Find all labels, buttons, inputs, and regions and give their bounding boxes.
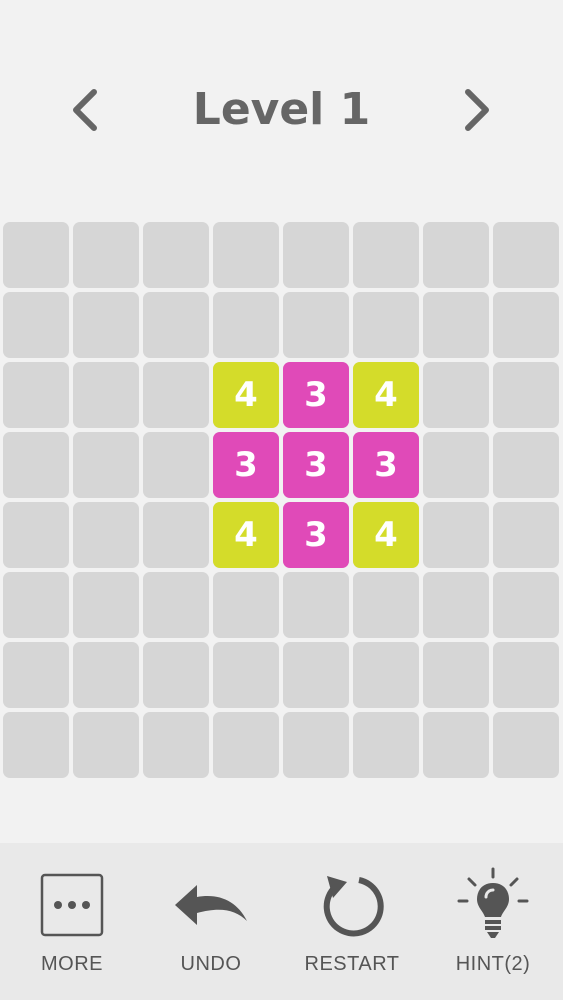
restart-icon — [323, 876, 384, 937]
board-cell[interactable] — [143, 222, 209, 288]
restart-button[interactable]: RESTART — [282, 869, 422, 989]
board-cell[interactable] — [143, 292, 209, 358]
number-tile[interactable]: 3 — [283, 502, 349, 568]
board-cell[interactable] — [143, 432, 209, 498]
board-cell[interactable] — [423, 712, 489, 778]
board-cell[interactable] — [3, 432, 69, 498]
board-cell[interactable] — [73, 712, 139, 778]
board-cell[interactable] — [213, 712, 279, 778]
undo-arrow-icon — [175, 885, 247, 925]
board-cell[interactable] — [283, 642, 349, 708]
more-button[interactable]: MORE — [2, 869, 142, 989]
board-cell[interactable] — [213, 572, 279, 638]
board-cell[interactable] — [213, 222, 279, 288]
board-cell[interactable] — [3, 502, 69, 568]
number-tile[interactable]: 4 — [213, 502, 279, 568]
number-tile[interactable]: 4 — [353, 362, 419, 428]
board-cell[interactable] — [143, 502, 209, 568]
board-cell[interactable] — [423, 222, 489, 288]
board-cell[interactable] — [283, 712, 349, 778]
board-cell[interactable] — [353, 292, 419, 358]
board-cell[interactable] — [493, 572, 559, 638]
board-cell[interactable] — [493, 222, 559, 288]
number-tile[interactable]: 3 — [213, 432, 279, 498]
board-cell[interactable] — [423, 362, 489, 428]
board-cell[interactable] — [283, 292, 349, 358]
more-label: MORE — [41, 953, 103, 975]
number-tile[interactable]: 3 — [353, 432, 419, 498]
board-cell[interactable] — [3, 712, 69, 778]
number-tile[interactable]: 3 — [283, 432, 349, 498]
board-cell[interactable] — [353, 642, 419, 708]
undo-label: UNDO — [180, 953, 242, 975]
board-cell[interactable] — [143, 642, 209, 708]
board-cell[interactable] — [353, 712, 419, 778]
number-tile[interactable]: 4 — [213, 362, 279, 428]
board-cell[interactable] — [423, 502, 489, 568]
board-cell[interactable] — [3, 362, 69, 428]
board-cell[interactable] — [3, 572, 69, 638]
board-cell[interactable] — [493, 642, 559, 708]
lightbulb-icon — [457, 867, 529, 938]
next-level-button[interactable] — [452, 82, 502, 138]
board-cell[interactable] — [73, 642, 139, 708]
board-cell[interactable] — [213, 642, 279, 708]
board-cell[interactable] — [3, 222, 69, 288]
board-cell[interactable] — [73, 222, 139, 288]
chevron-right-icon — [465, 89, 489, 131]
board-cell[interactable] — [493, 292, 559, 358]
game-board: 434333434 — [0, 219, 563, 781]
board-cell[interactable] — [423, 292, 489, 358]
hint-button[interactable]: HINT(2) — [423, 867, 563, 989]
board-cell[interactable] — [353, 572, 419, 638]
board-cell[interactable] — [3, 642, 69, 708]
number-tile[interactable]: 4 — [353, 502, 419, 568]
board-cell[interactable] — [423, 432, 489, 498]
board-cell[interactable] — [423, 642, 489, 708]
restart-label: RESTART — [304, 953, 400, 975]
board-cell[interactable] — [73, 292, 139, 358]
board-cell[interactable] — [353, 222, 419, 288]
board-cell[interactable] — [493, 502, 559, 568]
number-tile[interactable]: 3 — [283, 362, 349, 428]
board-cell[interactable] — [493, 712, 559, 778]
bottom-toolbar: MORE UNDO RESTART HINT(2) — [0, 843, 563, 1000]
board-cell[interactable] — [493, 362, 559, 428]
board-cell[interactable] — [283, 222, 349, 288]
board-cell[interactable] — [283, 572, 349, 638]
board-cell[interactable] — [73, 502, 139, 568]
level-header: Level 1 — [0, 60, 563, 160]
board-cell[interactable] — [493, 432, 559, 498]
hint-label: HINT(2) — [455, 953, 531, 975]
more-dots-icon — [40, 873, 104, 937]
board-cell[interactable] — [73, 362, 139, 428]
board-cell[interactable] — [73, 572, 139, 638]
board-cell[interactable] — [143, 572, 209, 638]
undo-button[interactable]: UNDO — [141, 869, 281, 989]
board-cell[interactable] — [3, 292, 69, 358]
board-cell[interactable] — [423, 572, 489, 638]
board-cell[interactable] — [213, 292, 279, 358]
board-cell[interactable] — [143, 362, 209, 428]
board-cell[interactable] — [73, 432, 139, 498]
board-cell[interactable] — [143, 712, 209, 778]
